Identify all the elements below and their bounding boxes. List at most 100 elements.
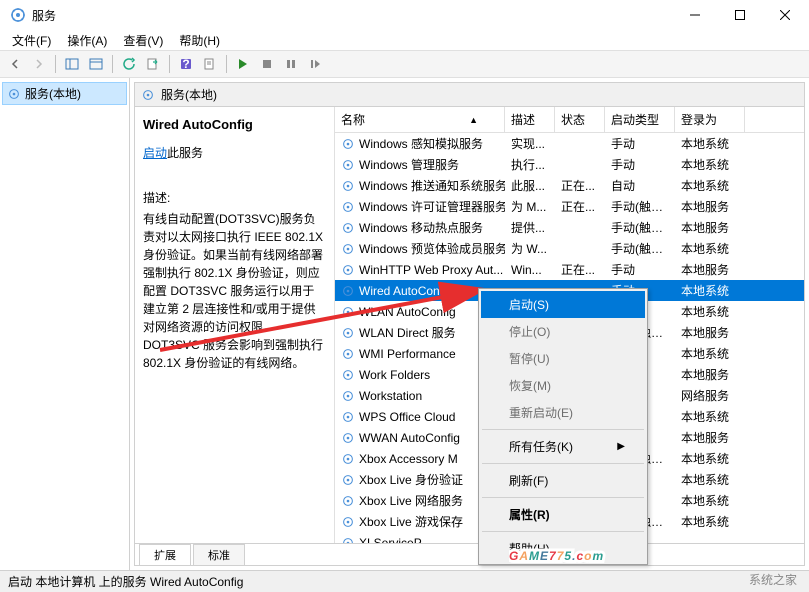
gear-icon: [341, 200, 355, 214]
context-menu-separator: [482, 531, 644, 532]
col-header-name[interactable]: 名称▲: [335, 107, 505, 132]
content-split: Wired AutoConfig 启动此服务 描述: 有线自动配置(DOT3SV…: [135, 107, 804, 543]
statusbar: 启动 本地计算机 上的服务 Wired AutoConfig: [0, 570, 809, 592]
submenu-arrow-icon: ▶: [617, 441, 625, 452]
menu-file[interactable]: 文件(F): [4, 30, 59, 51]
cell-logon: 本地系统: [675, 238, 745, 259]
col-header-logon[interactable]: 登录为: [675, 107, 745, 132]
cell-logon: 本地系统: [675, 175, 745, 196]
toolbar-showhide[interactable]: [61, 53, 83, 75]
context-menu-item[interactable]: 所有任务(K)▶: [481, 433, 645, 460]
cell-desc: 提供...: [505, 217, 555, 238]
cell-status: 正在...: [555, 259, 605, 280]
service-row[interactable]: Windows 许可证管理器服务为 M...正在...手动(触发...本地服务: [335, 196, 804, 217]
gear-icon: [7, 87, 21, 101]
context-menu-separator: [482, 429, 644, 430]
col-header-start[interactable]: 启动类型: [605, 107, 675, 132]
gear-icon: [341, 494, 355, 508]
toolbar-forward[interactable]: [28, 53, 50, 75]
tab-extended[interactable]: 扩展: [139, 544, 191, 565]
detail-panel: Wired AutoConfig 启动此服务 描述: 有线自动配置(DOT3SV…: [135, 107, 335, 543]
cell-start: 手动: [605, 133, 675, 154]
cell-logon: 本地服务: [675, 259, 745, 280]
gear-icon: [341, 326, 355, 340]
col-header-status[interactable]: 状态: [555, 107, 605, 132]
cell-desc: 此服...: [505, 175, 555, 196]
cell-logon: 本地系统: [675, 280, 745, 301]
gear-icon: [341, 137, 355, 151]
toolbar-refresh[interactable]: [118, 53, 140, 75]
desc-label: 描述:: [143, 189, 326, 206]
cell-desc: 实现...: [505, 133, 555, 154]
context-menu-item[interactable]: 帮助(H): [481, 535, 645, 562]
right-pane: 服务(本地) Wired AutoConfig 启动此服务 描述: 有线自动配置…: [134, 82, 805, 566]
context-menu-item[interactable]: 刷新(F): [481, 467, 645, 494]
titlebar: 服务: [0, 0, 809, 30]
gear-icon: [341, 221, 355, 235]
cell-status: [555, 247, 605, 251]
context-menu-item[interactable]: 属性(R): [481, 501, 645, 528]
menubar: 文件(F) 操作(A) 查看(V) 帮助(H): [0, 30, 809, 50]
cell-name: WinHTTP Web Proxy Aut...: [335, 261, 505, 279]
cell-start: 手动: [605, 259, 675, 280]
service-row[interactable]: Windows 管理服务执行...手动本地系统: [335, 154, 804, 175]
service-row[interactable]: Windows 移动热点服务提供...手动(触发...本地服务: [335, 217, 804, 238]
service-row[interactable]: Windows 感知模拟服务实现...手动本地系统: [335, 133, 804, 154]
toolbar-list[interactable]: [85, 53, 107, 75]
menu-action[interactable]: 操作(A): [59, 30, 115, 51]
toolbar-properties[interactable]: [199, 53, 221, 75]
toolbar-pause[interactable]: [280, 53, 302, 75]
main-area: 服务(本地) 服务(本地) Wired AutoConfig 启动此服务 描述:…: [0, 78, 809, 570]
pane-header-label: 服务(本地): [161, 86, 217, 103]
cell-name: Windows 感知模拟服务: [335, 133, 505, 154]
menu-view[interactable]: 查看(V): [115, 30, 171, 51]
gear-icon: [341, 158, 355, 172]
cell-logon: 本地系统: [675, 448, 745, 469]
toolbar-export[interactable]: [142, 53, 164, 75]
cell-status: 正在...: [555, 175, 605, 196]
toolbar-stop[interactable]: [256, 53, 278, 75]
close-button[interactable]: [762, 1, 807, 30]
cell-status: [555, 226, 605, 230]
toolbar-start[interactable]: [232, 53, 254, 75]
cell-logon: 本地服务: [675, 427, 745, 448]
left-pane: 服务(本地): [0, 78, 130, 570]
statusbar-text: 启动 本地计算机 上的服务 Wired AutoConfig: [8, 573, 243, 590]
toolbar-sep: [112, 55, 113, 73]
cell-logon: 本地服务: [675, 217, 745, 238]
cell-status: [555, 142, 605, 146]
service-row[interactable]: Windows 推送通知系统服务此服...正在...自动本地系统: [335, 175, 804, 196]
gear-icon: [341, 179, 355, 193]
cell-name: Windows 许可证管理器服务: [335, 196, 505, 217]
service-row[interactable]: Windows 预览体验成员服务为 W...手动(触发...本地系统: [335, 238, 804, 259]
cell-start: 自动: [605, 175, 675, 196]
cell-desc: 为 W...: [505, 238, 555, 259]
service-row[interactable]: WinHTTP Web Proxy Aut...Win...正在...手动本地服…: [335, 259, 804, 280]
cell-status: 正在...: [555, 196, 605, 217]
action-suffix: 此服务: [167, 146, 203, 160]
cell-start: 手动(触发...: [605, 238, 675, 259]
menu-help[interactable]: 帮助(H): [171, 30, 228, 51]
gear-icon: [341, 452, 355, 466]
toolbar-back[interactable]: [4, 53, 26, 75]
toolbar: ?: [0, 50, 809, 78]
maximize-button[interactable]: [717, 1, 762, 30]
svg-text:?: ?: [182, 57, 189, 71]
cell-logon: 本地系统: [675, 469, 745, 490]
toolbar-help[interactable]: ?: [175, 53, 197, 75]
cell-logon: 本地服务: [675, 196, 745, 217]
cell-start: 手动(触发...: [605, 217, 675, 238]
cell-logon: 本地服务: [675, 322, 745, 343]
cell-logon: 本地系统: [675, 154, 745, 175]
context-menu-separator: [482, 497, 644, 498]
cell-logon: 本地服务: [675, 364, 745, 385]
cell-logon: 本地系统: [675, 490, 745, 511]
context-menu-item[interactable]: 启动(S): [481, 291, 645, 318]
tree-root-services[interactable]: 服务(本地): [2, 82, 127, 105]
minimize-button[interactable]: [672, 1, 717, 30]
start-link[interactable]: 启动: [143, 146, 167, 160]
cell-logon: 本地系统: [675, 511, 745, 532]
col-header-desc[interactable]: 描述: [505, 107, 555, 132]
toolbar-restart[interactable]: [304, 53, 326, 75]
tab-standard[interactable]: 标准: [193, 544, 245, 565]
